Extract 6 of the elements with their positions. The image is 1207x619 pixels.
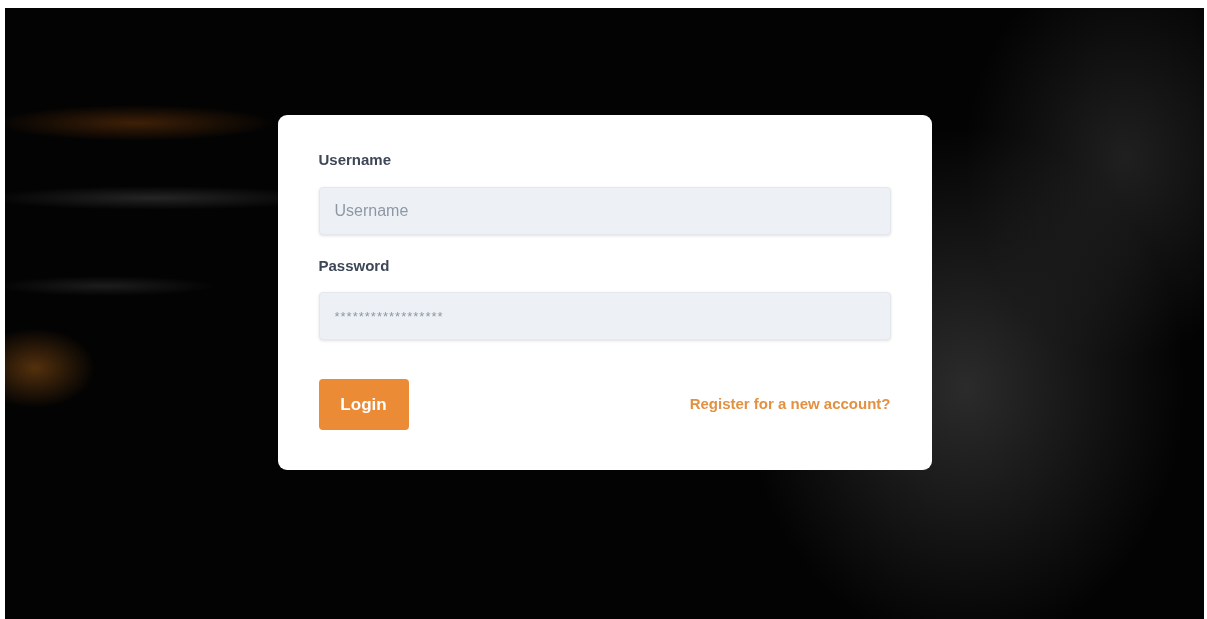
username-field[interactable]: Username bbox=[318, 186, 891, 235]
password-field[interactable]: ****************** bbox=[318, 292, 891, 340]
field-label: Username bbox=[318, 150, 393, 170]
field-label: Password bbox=[318, 255, 391, 276]
login-button[interactable]: Login bbox=[318, 379, 409, 430]
register-link[interactable]: Register for a new account? bbox=[689, 393, 891, 416]
